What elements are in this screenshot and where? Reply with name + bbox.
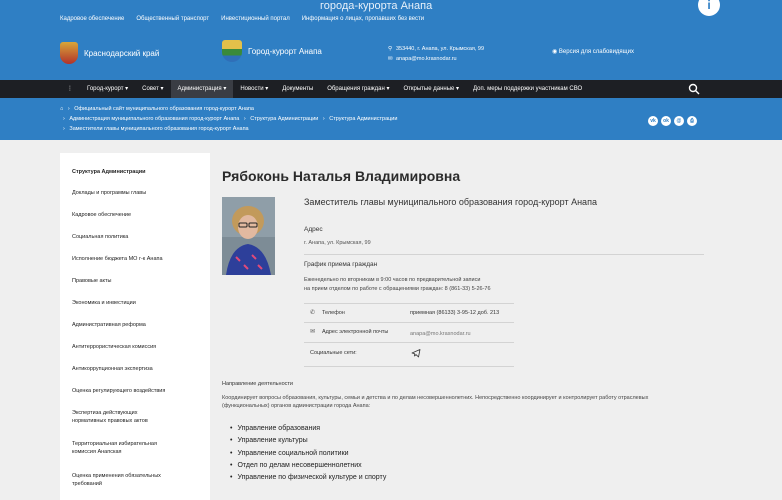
person-photo [222, 197, 275, 275]
social-label: Социальные сети: [310, 350, 357, 356]
person-address: г. Анапа, ул. Крымская, 99 [304, 240, 371, 246]
share-icons: vk ok @ ⎙ [648, 116, 697, 126]
top-link-transport[interactable]: Общественный транспорт [136, 16, 209, 22]
activity-text: Координирует вопросы образования, культу… [222, 395, 649, 409]
print-icon[interactable]: ⎙ [687, 116, 697, 126]
departments-list: Управление образования Управление культу… [230, 423, 386, 484]
divider [304, 254, 704, 255]
nav-item-open-data[interactable]: Открытые данные ▾ [396, 80, 466, 98]
sidebar-item-hr[interactable]: Кадровое обеспечение [72, 211, 202, 219]
breadcrumb-structure[interactable]: Структура Администрации [250, 116, 318, 122]
site-header: города-курорта Анапа i Кадровое обеспече… [0, 0, 782, 80]
header-contacts: ⚲ 353440, г. Анапа, ул. Крымская, 99 ✉ ana… [388, 44, 484, 64]
nav-menu-icon[interactable]: ⋮ [60, 80, 80, 98]
envelope-icon: ✉ [310, 329, 316, 335]
breadcrumb-administration[interactable]: Администрация муниципального образования… [69, 116, 239, 122]
top-link-investment[interactable]: Инвестиционный портал [221, 16, 290, 22]
list-item: Отдел по делам несовершеннолетних [230, 460, 386, 472]
sidebar: Структура Администрации Доклады и програ… [60, 153, 210, 500]
sidebar-item-economy[interactable]: Экономика и инвестиции [72, 299, 202, 307]
top-links: Кадровое обеспечение Общественный трансп… [60, 16, 424, 22]
nav-item-documents[interactable]: Документы [275, 80, 320, 98]
search-icon[interactable] [688, 83, 700, 95]
nav-item-news[interactable]: Новости ▾ [233, 80, 275, 98]
sidebar-item-legal-acts[interactable]: Правовые акты [72, 277, 202, 285]
divider [304, 366, 514, 367]
breadcrumb-deputies[interactable]: Заместители главы муниципального образов… [69, 126, 248, 132]
divider [304, 342, 514, 343]
eye-icon: ◉ [552, 49, 558, 55]
anapa-logo-link[interactable]: Город-курорт Анапа [222, 40, 322, 62]
sidebar-item-budget[interactable]: Исполнение бюджета МО г-к Анапа [72, 255, 202, 263]
schedule-label: График приема граждан [304, 261, 378, 268]
sidebar-item-structure[interactable]: Структура Администрации [72, 168, 202, 176]
home-icon[interactable]: ⌂ [60, 106, 63, 112]
sidebar-item-election-commission[interactable]: Территориальная избирательная комиссия А… [72, 440, 182, 456]
header-address: 353440, г. Анапа, ул. Крымская, 99 [396, 46, 485, 52]
nav-item-council[interactable]: Совет ▾ [135, 80, 170, 98]
anapa-title: Город-курорт Анапа [248, 46, 322, 56]
ok-icon[interactable]: ok [661, 116, 671, 126]
nav-item-appeals[interactable]: Обращения граждан ▾ [320, 80, 396, 98]
schedule-text: Еженедельно по вторникам в 9:00 часов по… [304, 277, 491, 292]
breadcrumb-structure-2[interactable]: Структура Администрации [329, 116, 397, 122]
list-item: Управление по физической культуре и спор… [230, 472, 386, 484]
telegram-icon[interactable] [411, 348, 421, 358]
nav-item-city[interactable]: Город-курорт ▾ [80, 80, 135, 98]
nav-item-administration[interactable]: Администрация ▾ [170, 80, 234, 98]
vk-icon[interactable]: vk [648, 116, 658, 126]
anapa-emblem-icon [222, 40, 242, 62]
person-position: Заместитель главы муниципального образов… [304, 197, 597, 207]
sidebar-item-admin-reform[interactable]: Административная реформа [72, 321, 202, 329]
nav-item-svo-support[interactable]: Доп. меры поддержки участникам СВО [466, 80, 589, 98]
breadcrumb-home[interactable]: Официальный сайт муниципального образова… [74, 106, 254, 112]
sidebar-item-antiterror[interactable]: Антитеррористическая комиссия [72, 343, 202, 351]
sidebar-item-expertise[interactable]: Экспертиза действующих нормативных право… [72, 409, 162, 425]
top-link-missing-persons[interactable]: Информация о лицах, пропавших без вести [302, 16, 424, 22]
krasnodar-emblem-icon [60, 42, 78, 64]
top-link-hr[interactable]: Кадровое обеспечение [60, 16, 124, 22]
list-item: Управление социальной политики [230, 448, 386, 460]
low-vision-label: Версия для слабовидящих [558, 49, 634, 55]
krasnodar-logo-link[interactable]: Краснодарский край [60, 42, 159, 64]
site-title-fragment: города-курорта Анапа [320, 0, 433, 12]
email-label: Адрес электронной почты [322, 329, 389, 335]
sidebar-item-anticorruption[interactable]: Антикоррупционная экспертиза [72, 365, 202, 373]
address-label: Адрес [304, 226, 323, 233]
krasnodar-title: Краснодарский край [84, 48, 160, 58]
low-vision-link[interactable]: ◉ Версия для слабовидящих [552, 48, 634, 55]
sidebar-item-mandatory-requirements[interactable]: Оценка применения обязательных требовани… [72, 472, 177, 488]
phone-label: Телефон [322, 310, 345, 316]
location-icon: ⚲ [388, 46, 393, 52]
phone-icon: ✆ [310, 310, 316, 316]
divider [304, 303, 514, 304]
divider [304, 322, 514, 323]
sidebar-item-social-policy[interactable]: Социальная политика [72, 233, 202, 241]
main-nav: ⋮ Город-курорт ▾ Совет ▾ Администрация ▾… [0, 80, 782, 98]
activity-title: Направление деятельности [222, 381, 293, 387]
phone-value[interactable]: приемная (86133) 3-95-12 доб. 213 [410, 310, 499, 316]
email-value[interactable]: anapa@mo.krasnodar.ru [410, 331, 471, 337]
list-item: Управление образования [230, 423, 386, 435]
list-item: Управление культуры [230, 435, 386, 447]
page-title: Рябоконь Наталья Владимировна [222, 168, 461, 184]
sidebar-item-regulatory-impact[interactable]: Оценка регулирующего воздействия [72, 387, 202, 395]
header-email[interactable]: anapa@mo.krasnodar.ru [396, 56, 457, 62]
email-icon[interactable]: @ [674, 116, 684, 126]
sidebar-item-reports[interactable]: Доклады и программы главы [72, 189, 202, 197]
info-icon[interactable]: i [698, 0, 720, 16]
mail-icon: ✉ [388, 56, 393, 62]
